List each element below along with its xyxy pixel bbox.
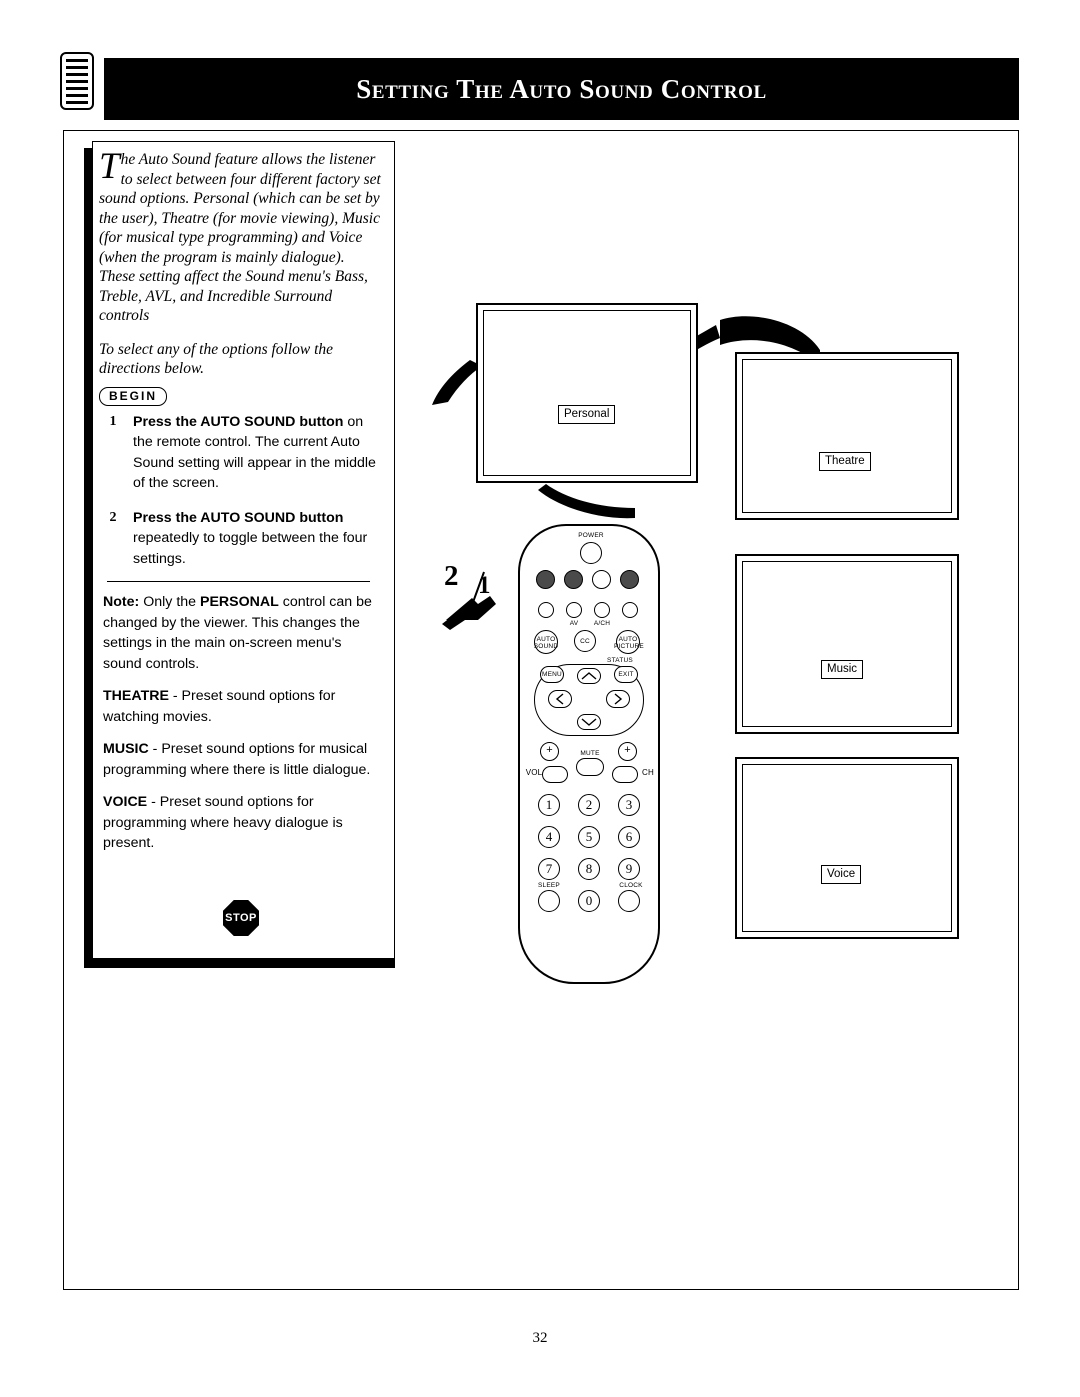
ch-plus-label: +: [624, 744, 631, 756]
top-button-2[interactable]: [564, 570, 583, 589]
chevron-down-icon: [581, 718, 597, 726]
ch-minus-button[interactable]: [612, 766, 638, 783]
page-number: 32: [532, 1330, 548, 1346]
status-label: STATUS: [607, 657, 633, 664]
mute-button[interactable]: [576, 758, 604, 776]
osd-label-voice: Voice: [821, 865, 862, 884]
divider: [107, 581, 370, 582]
tv-screen-theatre: Theatre: [735, 352, 959, 520]
keypad-0[interactable]: 0: [578, 890, 600, 912]
step-2-number: 2: [99, 509, 127, 526]
sleep-label: SLEEP: [538, 882, 560, 889]
menu-label: MENU: [542, 671, 562, 678]
tv-screen-inner: [742, 561, 952, 727]
intro-dropcap: T: [99, 146, 120, 187]
step-2-bold: Press the AUTO SOUND button: [133, 509, 344, 526]
stop-badge: STOP: [223, 900, 259, 936]
step-2-rest: repeatedly to toggle between the four se…: [133, 530, 368, 567]
intro-text: he Auto Sound feature allows the listene…: [99, 151, 381, 324]
av-button[interactable]: [566, 602, 582, 618]
chevron-up-icon: [581, 672, 597, 680]
note-before: Only the: [139, 594, 200, 610]
note-voice: VOICE - Preset sound options for program…: [99, 792, 384, 854]
power-label: POWER: [578, 532, 604, 539]
step-2: 2 Press the AUTO SOUND button repeatedly…: [99, 508, 384, 570]
osd-label-music: Music: [821, 660, 864, 679]
tv-screen-personal: Personal: [476, 303, 698, 483]
remote-control-illustration: POWER AV A/CH AUTO SOUND CC AUTO PICTURE…: [518, 524, 660, 984]
ach-button[interactable]: [594, 602, 610, 618]
note-theatre: THEATRE - Preset sound options for watch…: [99, 686, 384, 727]
step-callout: 2 1: [432, 554, 528, 630]
keypad-2[interactable]: 2: [578, 794, 600, 816]
exit-label: EXIT: [618, 671, 634, 678]
tv-screen-inner: [483, 310, 691, 476]
keypad-3[interactable]: 3: [618, 794, 640, 816]
voice-strong: VOICE: [103, 794, 148, 810]
clock-label: CLOCK: [619, 882, 643, 889]
auto-picture-label: AUTO PICTURE: [614, 636, 644, 650]
directions-text: To select any of the options follow the …: [99, 340, 334, 378]
auto-sound-label: AUTO SOUND: [533, 636, 559, 650]
tv-screen-voice: Voice: [735, 757, 959, 939]
top-button-4[interactable]: [620, 570, 639, 589]
page-title: Setting the Auto Sound Control: [356, 73, 767, 104]
step-1-number: 1: [99, 413, 127, 430]
remote-control-icon: [60, 52, 94, 110]
step-1: 1 Press the AUTO SOUND button on the rem…: [99, 412, 384, 494]
sleep-button[interactable]: [538, 890, 560, 912]
ach-label: A/CH: [593, 620, 611, 627]
top-button-3[interactable]: [592, 570, 611, 589]
instruction-box: The Auto Sound feature allows the listen…: [92, 141, 395, 959]
keypad-4[interactable]: 4: [538, 826, 560, 848]
keypad-8[interactable]: 8: [578, 858, 600, 880]
keypad-9[interactable]: 9: [618, 858, 640, 880]
keypad-5[interactable]: 5: [578, 826, 600, 848]
step-1-bold: Press the AUTO SOUND button: [133, 413, 344, 430]
keypad-7[interactable]: 7: [538, 858, 560, 880]
chevron-right-icon: [614, 693, 623, 705]
cc-label: CC: [580, 638, 590, 645]
tv-screen-inner: [742, 764, 952, 932]
keypad-6[interactable]: 6: [618, 826, 640, 848]
keypad-1[interactable]: 1: [538, 794, 560, 816]
page-header: Setting the Auto Sound Control: [104, 58, 1019, 120]
power-button[interactable]: [580, 542, 602, 564]
av-right-button[interactable]: [622, 602, 638, 618]
note-music: MUSIC - Preset sound options for musical…: [99, 739, 384, 780]
note-personal: Note: Only the PERSONAL control can be c…: [99, 592, 384, 674]
music-strong: MUSIC: [103, 741, 149, 757]
top-button-1[interactable]: [536, 570, 555, 589]
vol-label: VOL: [525, 768, 543, 777]
tv-screen-inner: [742, 359, 952, 513]
osd-label-personal: Personal: [558, 405, 616, 424]
clock-button[interactable]: [618, 890, 640, 912]
note-lead: Note:: [103, 594, 140, 610]
theatre-strong: THEATRE: [103, 688, 169, 704]
av-left-button[interactable]: [538, 602, 554, 618]
tv-screen-music: Music: [735, 554, 959, 734]
osd-label-theatre: Theatre: [819, 452, 871, 471]
chevron-left-icon: [555, 693, 564, 705]
intro-paragraph: The Auto Sound feature allows the listen…: [99, 146, 384, 326]
ch-label: CH: [642, 768, 654, 777]
mute-label: MUTE: [580, 750, 600, 757]
note-strong: PERSONAL: [200, 594, 279, 610]
callout-slash-and-hand-icon: [442, 571, 496, 630]
vol-plus-label: +: [546, 744, 553, 756]
begin-badge: BEGIN: [99, 386, 168, 406]
